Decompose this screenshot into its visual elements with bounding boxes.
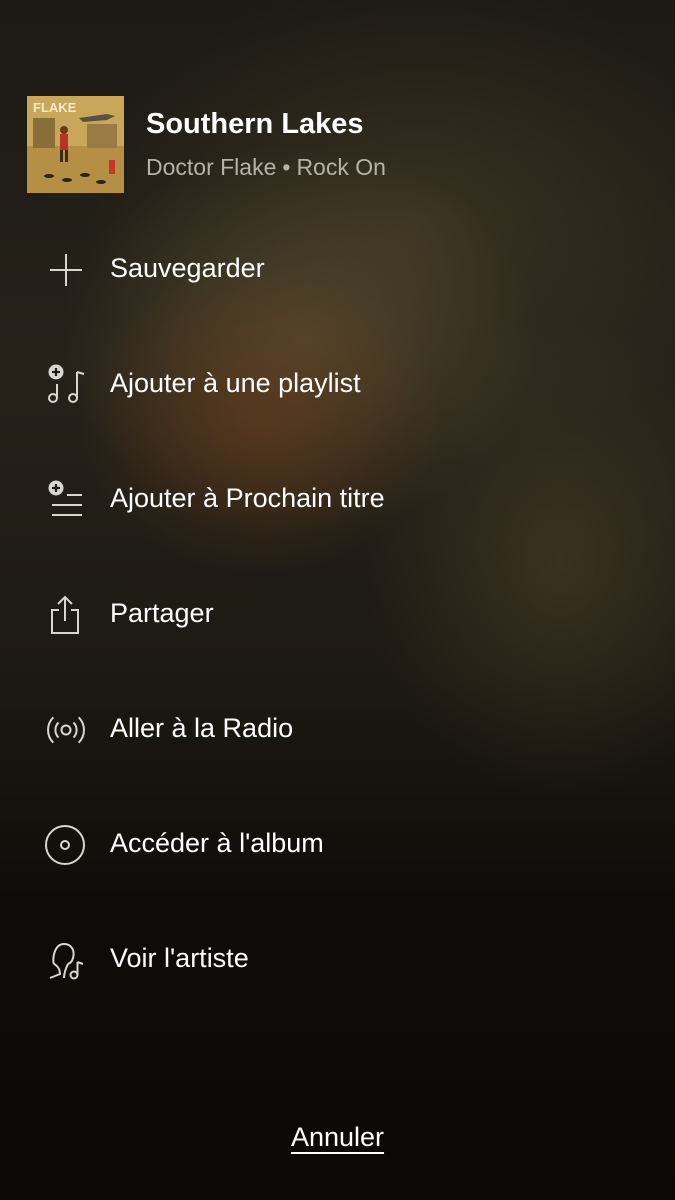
menu-item-artist[interactable]: Voir l'artiste	[0, 901, 675, 1016]
menu-item-label: Partager	[110, 598, 214, 628]
menu-item-label: Ajouter à Prochain titre	[110, 483, 385, 513]
menu-item-add-to-queue[interactable]: Ajouter à Prochain titre	[0, 441, 675, 556]
separator-dot: •	[282, 154, 291, 180]
plus-icon	[44, 248, 88, 292]
share-icon	[44, 593, 88, 637]
menu-item-save[interactable]: Sauvegarder	[0, 211, 675, 326]
menu-item-radio[interactable]: Aller à la Radio	[0, 671, 675, 786]
menu-item-label: Ajouter à une playlist	[110, 368, 361, 398]
svg-text:FLAKE: FLAKE	[33, 100, 77, 115]
menu-item-label: Voir l'artiste	[110, 943, 249, 973]
menu-item-label: Sauvegarder	[110, 253, 265, 283]
add-to-playlist-icon	[44, 363, 88, 407]
menu-item-share[interactable]: Partager	[0, 556, 675, 671]
menu-item-label: Accéder à l'album	[110, 828, 324, 858]
track-title: Southern Lakes	[146, 108, 364, 140]
track-header: FLAKE Southern Lakes Doctor Flake • Rock O…	[27, 96, 647, 194]
add-to-queue-icon	[44, 478, 88, 522]
menu-item-album[interactable]: Accéder à l'album	[0, 786, 675, 901]
cancel-container: Annuler	[0, 1122, 675, 1153]
album-art: FLAKE	[27, 96, 124, 193]
artist-icon	[44, 938, 88, 982]
context-menu: Sauvegarder Ajouter à une playlist Ajout…	[0, 211, 675, 1016]
menu-item-label: Aller à la Radio	[110, 713, 294, 743]
artist-name: Doctor Flake	[146, 154, 277, 180]
menu-item-add-to-playlist[interactable]: Ajouter à une playlist	[0, 326, 675, 441]
track-subtitle: Doctor Flake • Rock On	[146, 154, 386, 181]
radio-icon	[44, 708, 88, 752]
album-name: Rock On	[296, 154, 386, 180]
album-icon	[44, 823, 88, 867]
cancel-button[interactable]: Annuler	[291, 1122, 384, 1152]
